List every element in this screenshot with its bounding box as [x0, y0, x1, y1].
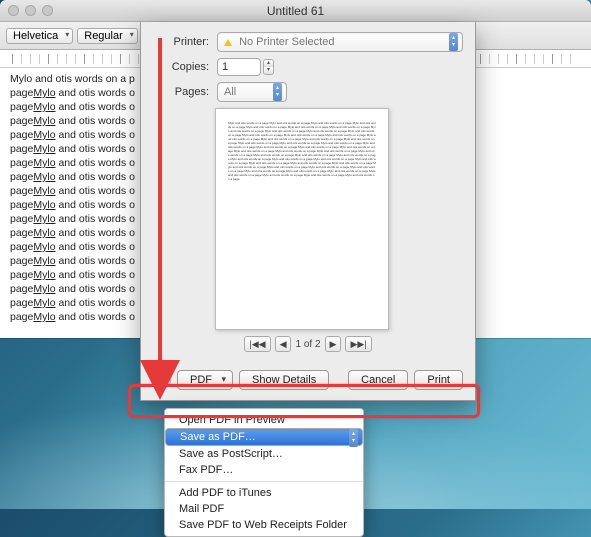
titlebar[interactable]: Untitled 61 [0, 0, 591, 22]
cancel-button[interactable]: Cancel [348, 370, 408, 390]
window-title: Untitled 61 [0, 4, 591, 18]
copies-stepper[interactable]: ▴▾ [263, 59, 274, 75]
traffic-lights[interactable] [8, 5, 53, 16]
print-preview: Mylo and otis words on a page Mylo and o… [215, 108, 389, 330]
pdf-menu-item[interactable]: Add PDF to iTunes [165, 485, 363, 501]
pdf-menu-item[interactable]: Save as PDF… [165, 428, 363, 446]
pdf-menu-item[interactable]: Save PDF to Web Receipts Folder [165, 517, 363, 533]
copies-input[interactable] [217, 58, 261, 76]
pages-label: Pages: [153, 86, 209, 98]
page-navigator: |◀◀ ◀ 1 of 2 ▶ ▶▶| [153, 336, 463, 352]
pdf-menu-item[interactable]: Mail PDF [165, 501, 363, 517]
help-button[interactable]: ? [153, 371, 171, 389]
font-family-select[interactable]: Helvetica [6, 28, 73, 44]
print-button[interactable]: Print [414, 370, 463, 390]
pdf-menu-button[interactable]: PDF [177, 370, 233, 390]
copies-label: Copies: [153, 61, 209, 73]
warning-icon [224, 39, 232, 46]
pdf-menu-item[interactable]: Open PDF in Preview [165, 412, 363, 428]
page-indicator: 1 of 2 [295, 339, 320, 350]
preview-text: Mylo and otis words on a page Mylo and o… [228, 121, 376, 181]
page-next-button[interactable]: ▶ [325, 336, 342, 352]
printer-label: Printer: [153, 36, 209, 48]
page-prev-button[interactable]: ◀ [275, 336, 292, 352]
pdf-menu-item[interactable]: Fax PDF… [165, 462, 363, 478]
show-details-button[interactable]: Show Details [239, 370, 329, 390]
printer-select[interactable]: No Printer Selected [217, 32, 463, 52]
page-first-button[interactable]: |◀◀ [244, 336, 270, 352]
font-weight-select[interactable]: Regular [77, 28, 138, 44]
pdf-menu-item[interactable]: Save as PostScript… [165, 446, 363, 462]
print-dialog: Printer: No Printer Selected Copies: ▴▾ … [140, 22, 476, 401]
pages-select[interactable]: All [217, 82, 287, 102]
page-last-button[interactable]: ▶▶| [345, 336, 371, 352]
pdf-dropdown-menu: Open PDF in PreviewSave as PDF…Save as P… [164, 408, 364, 537]
